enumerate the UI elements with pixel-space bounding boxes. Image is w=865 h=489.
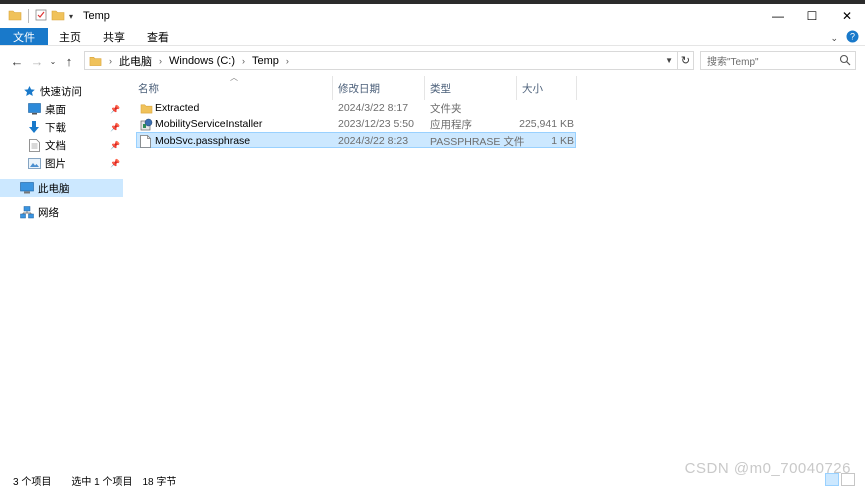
desktop-icon bbox=[27, 102, 41, 116]
title-bar: ▾ Temp — ☐ ✕ bbox=[0, 4, 865, 28]
window-controls: — ☐ ✕ bbox=[761, 4, 865, 28]
document-icon bbox=[27, 138, 41, 152]
column-header-label: 名称 bbox=[138, 82, 159, 95]
sidebar-item-pictures[interactable]: 图片 📌 bbox=[0, 154, 123, 172]
file-type: PASSPHRASE 文件 bbox=[430, 135, 525, 148]
sidebar-item-label: 桌面 bbox=[45, 103, 66, 116]
column-header-size[interactable]: 大小 bbox=[517, 76, 577, 100]
pin-icon[interactable]: 📌 bbox=[110, 123, 120, 132]
watermark: CSDN @m0_70040726 bbox=[684, 460, 851, 477]
column-header-date[interactable]: 修改日期 bbox=[333, 76, 425, 100]
search-placeholder: 搜索"Temp" bbox=[707, 57, 759, 68]
breadcrumb: › 此电脑 › Windows (C:) › Temp › bbox=[102, 53, 296, 69]
ribbon-tabs: 文件 主页 共享 查看 ⌄ ? bbox=[0, 28, 865, 46]
file-name: MobilityServiceInstaller bbox=[155, 118, 263, 130]
quick-access-toolbar: ▾ bbox=[8, 9, 73, 24]
status-item-count: 3 个项目 bbox=[13, 476, 52, 488]
help-icon[interactable]: ? bbox=[846, 30, 859, 46]
up-arrow-icon[interactable]: ↑ bbox=[59, 51, 79, 71]
address-history-chevron-down-icon[interactable]: ▼ bbox=[665, 56, 673, 65]
status-selected-size: 18 字节 bbox=[142, 476, 177, 488]
address-bar[interactable]: › 此电脑 › Windows (C:) › Temp › ▼ bbox=[84, 51, 678, 70]
tab-share[interactable]: 共享 bbox=[92, 28, 136, 45]
file-name: MobSvc.passphrase bbox=[155, 135, 251, 147]
file-type: 文件夹 bbox=[430, 102, 462, 115]
sidebar-item-label: 此电脑 bbox=[38, 182, 70, 195]
minimize-button[interactable]: — bbox=[761, 4, 795, 28]
file-type: 应用程序 bbox=[430, 118, 472, 131]
sidebar-item-label: 图片 bbox=[45, 157, 66, 170]
tab-home[interactable]: 主页 bbox=[48, 28, 92, 45]
svg-text:?: ? bbox=[850, 32, 855, 42]
chevron-right-icon: › bbox=[242, 55, 246, 66]
breadcrumb-this-pc[interactable]: 此电脑 bbox=[119, 53, 152, 69]
chevron-right-icon: › bbox=[285, 55, 289, 66]
computer-icon bbox=[20, 181, 34, 195]
tab-view[interactable]: 查看 bbox=[136, 28, 180, 45]
sidebar-item-label: 快速访问 bbox=[40, 85, 82, 98]
sidebar-item-downloads[interactable]: 下载 📌 bbox=[0, 118, 123, 136]
breadcrumb-temp[interactable]: Temp bbox=[252, 55, 279, 67]
explorer-window: ▾ Temp — ☐ ✕ 文件 主页 共享 查看 ⌄ ? ← → ⌄ ↑ › 此… bbox=[0, 0, 865, 489]
folder-icon bbox=[89, 55, 102, 67]
breadcrumb-drive-c[interactable]: Windows (C:) bbox=[169, 55, 235, 67]
back-arrow-icon[interactable]: ← bbox=[7, 51, 27, 71]
close-button[interactable]: ✕ bbox=[829, 4, 865, 28]
file-date: 2023/12/23 5:50 bbox=[338, 118, 414, 130]
column-header-label: 大小 bbox=[522, 82, 543, 95]
sidebar-item-quick-access[interactable]: 快速访问 bbox=[0, 82, 123, 100]
table-row[interactable]: MobSvc.passphrase 2024/3/22 8:23 PASSPHR… bbox=[136, 132, 576, 148]
file-size: 225,941 KB bbox=[519, 118, 574, 130]
recent-locations-icon[interactable]: ⌄ bbox=[47, 51, 59, 71]
star-icon bbox=[22, 84, 36, 98]
download-icon bbox=[27, 120, 41, 134]
pin-icon[interactable]: 📌 bbox=[110, 159, 120, 168]
sidebar-item-network[interactable]: 网络 bbox=[0, 203, 123, 221]
chevron-right-icon: › bbox=[109, 55, 112, 66]
qat-separator bbox=[28, 9, 29, 23]
folder-icon bbox=[140, 100, 153, 116]
file-date: 2024/3/22 8:17 bbox=[338, 102, 409, 114]
forward-arrow-icon[interactable]: → bbox=[27, 51, 47, 71]
installer-icon bbox=[140, 116, 153, 132]
customize-qat-icon[interactable]: ▾ bbox=[69, 12, 73, 21]
file-name: Extracted bbox=[155, 102, 200, 114]
picture-icon bbox=[27, 156, 41, 170]
file-list: ︿ 名称 修改日期 类型 大小 Extracted 2024/3/22 8:17… bbox=[133, 72, 865, 467]
column-header-type[interactable]: 类型 bbox=[425, 76, 517, 100]
table-row[interactable]: Extracted 2024/3/22 8:17 文件夹 bbox=[136, 100, 576, 116]
maximize-button[interactable]: ☐ bbox=[795, 4, 829, 28]
pin-icon[interactable]: 📌 bbox=[110, 141, 120, 150]
sidebar-item-this-pc[interactable]: 此电脑 bbox=[0, 179, 123, 197]
table-row[interactable]: MobilityServiceInstaller 2023/12/23 5:50… bbox=[136, 116, 576, 132]
file-icon bbox=[140, 133, 151, 149]
file-size: 1 KB bbox=[551, 135, 574, 147]
navigation-pane: 快速访问 桌面 📌 下载 📌 文档 📌 图片 📌 此电脑 网络 bbox=[0, 82, 123, 467]
sidebar-item-label: 下载 bbox=[45, 121, 66, 134]
search-icon bbox=[839, 54, 851, 69]
column-header-label: 修改日期 bbox=[338, 82, 380, 95]
sidebar-item-desktop[interactable]: 桌面 📌 bbox=[0, 100, 123, 118]
properties-icon[interactable] bbox=[35, 9, 47, 24]
sidebar-item-label: 网络 bbox=[38, 206, 59, 219]
tab-file[interactable]: 文件 bbox=[0, 28, 48, 45]
refresh-icon[interactable]: ↻ bbox=[678, 51, 694, 70]
network-icon bbox=[20, 205, 34, 219]
new-folder-icon[interactable] bbox=[51, 9, 65, 24]
sidebar-item-label: 文档 bbox=[45, 139, 66, 152]
folder-icon bbox=[8, 9, 22, 24]
search-input[interactable]: 搜索"Temp" bbox=[700, 51, 856, 70]
pin-icon[interactable]: 📌 bbox=[110, 105, 120, 114]
column-header-name[interactable]: 名称 bbox=[133, 76, 333, 100]
file-date: 2024/3/22 8:23 bbox=[338, 135, 409, 147]
status-selected-count: 选中 1 个项目 bbox=[71, 476, 133, 488]
chevron-right-icon: › bbox=[159, 55, 162, 66]
ribbon-right-controls: ⌄ ? bbox=[830, 30, 859, 46]
column-header-label: 类型 bbox=[430, 82, 451, 95]
navigation-bar: ← → ⌄ ↑ › 此电脑 › Windows (C:) › Temp › ▼ … bbox=[0, 50, 865, 72]
window-title: Temp bbox=[83, 10, 110, 22]
sidebar-item-documents[interactable]: 文档 📌 bbox=[0, 136, 123, 154]
expand-ribbon-icon[interactable]: ⌄ bbox=[830, 33, 838, 44]
